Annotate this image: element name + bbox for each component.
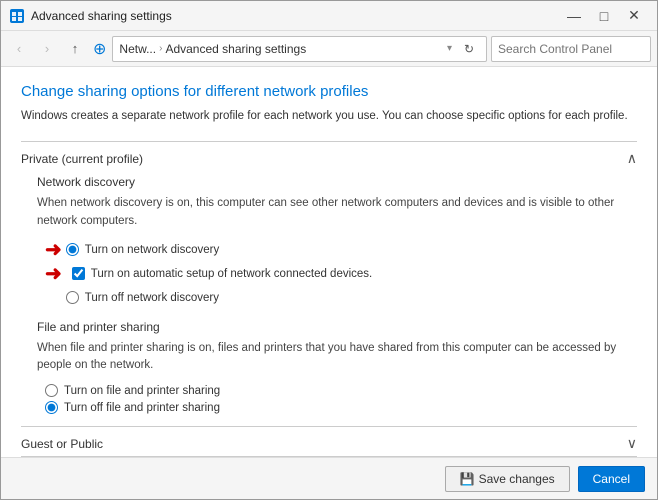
forward-button[interactable]: ›	[35, 37, 59, 61]
content-area: Change sharing options for different net…	[1, 67, 657, 457]
cancel-label: Cancel	[593, 472, 630, 486]
address-sep1: ›	[159, 43, 162, 54]
file-sharing-on-text: Turn on file and printer sharing	[64, 385, 220, 397]
network-icon: ⊕	[93, 39, 106, 59]
network-discovery-on-radio[interactable]	[66, 243, 79, 256]
window-title: Advanced sharing settings	[31, 9, 559, 23]
file-sharing-title: File and printer sharing	[37, 320, 637, 334]
network-discovery-on-text: Turn on network discovery	[85, 244, 219, 256]
file-sharing-options: Turn on file and printer sharing Turn of…	[45, 384, 637, 414]
network-discovery-off-label[interactable]: Turn off network discovery	[66, 291, 219, 304]
address-crumb2: Advanced sharing settings	[165, 42, 306, 56]
address-crumb1: Netw...	[119, 42, 156, 56]
cancel-button[interactable]: Cancel	[578, 466, 645, 492]
network-discovery-title: Network discovery	[37, 175, 637, 189]
address-chevron-icon[interactable]: ▾	[445, 43, 454, 54]
section-private-header[interactable]: Private (current profile) ∧	[21, 142, 637, 171]
file-sharing-off-text: Turn off file and printer sharing	[64, 402, 220, 414]
network-discovery-options: ➜ Turn on network discovery ➜ Turn	[45, 240, 637, 308]
search-box[interactable]: 🔍	[491, 36, 651, 62]
page-subtitle: Windows creates a separate network profi…	[21, 108, 637, 125]
network-discovery-off-text: Turn off network discovery	[85, 292, 219, 304]
search-input[interactable]	[498, 42, 653, 56]
up-button[interactable]: ↑	[63, 37, 87, 61]
footer: 💾 Save changes Cancel	[1, 457, 657, 499]
window-controls: — □ ✕	[559, 1, 649, 31]
section-guest-header[interactable]: Guest or Public ∨	[21, 427, 637, 456]
network-discovery-on-row: ➜ Turn on network discovery	[45, 240, 637, 260]
auto-setup-checkbox[interactable]	[72, 267, 85, 280]
section-private-chevron: ∧	[627, 150, 637, 167]
page-title: Change sharing options for different net…	[21, 83, 637, 100]
arrow-auto-icon: ➜	[45, 264, 62, 284]
titlebar: Advanced sharing settings — □ ✕	[1, 1, 657, 31]
refresh-button[interactable]: ↻	[458, 38, 480, 60]
save-label: Save changes	[479, 472, 555, 486]
section-guest-title: Guest or Public	[21, 437, 103, 451]
main-window: Advanced sharing settings — □ ✕ ‹ › ↑ ⊕ …	[0, 0, 658, 500]
arrow-on-icon: ➜	[45, 240, 62, 260]
file-sharing-off-radio[interactable]	[45, 401, 58, 414]
address-bar[interactable]: Netw... › Advanced sharing settings ▾ ↻	[112, 36, 487, 62]
auto-setup-text: Turn on automatic setup of network conne…	[91, 268, 372, 280]
subsection-network-discovery: Network discovery When network discovery…	[37, 175, 637, 308]
network-discovery-off-radio[interactable]	[66, 291, 79, 304]
close-button[interactable]: ✕	[619, 1, 649, 31]
file-sharing-off-label[interactable]: Turn off file and printer sharing	[45, 401, 637, 414]
file-sharing-on-label[interactable]: Turn on file and printer sharing	[45, 384, 637, 397]
network-discovery-desc: When network discovery is on, this compu…	[37, 195, 637, 230]
network-discovery-off-row: ➜ Turn off network discovery	[45, 288, 637, 308]
network-discovery-on-label[interactable]: Turn on network discovery	[66, 243, 219, 256]
auto-setup-row: ➜ Turn on automatic setup of network con…	[45, 264, 637, 284]
file-sharing-desc: When file and printer sharing is on, fil…	[37, 340, 637, 375]
section-private: Private (current profile) ∧ Network disc…	[21, 141, 637, 426]
toolbar: ‹ › ↑ ⊕ Netw... › Advanced sharing setti…	[1, 31, 657, 67]
section-guest: Guest or Public ∨	[21, 426, 637, 456]
save-button[interactable]: 💾 Save changes	[445, 466, 570, 492]
save-icon: 💾	[460, 472, 475, 486]
address-path: Netw... › Advanced sharing settings	[119, 42, 441, 56]
maximize-button[interactable]: □	[589, 1, 619, 31]
back-button[interactable]: ‹	[7, 37, 31, 61]
minimize-button[interactable]: —	[559, 1, 589, 31]
section-private-content: Network discovery When network discovery…	[21, 171, 637, 426]
subsection-file-sharing: File and printer sharing When file and p…	[37, 320, 637, 415]
file-sharing-on-radio[interactable]	[45, 384, 58, 397]
window-icon	[9, 8, 25, 24]
section-guest-chevron: ∨	[627, 435, 637, 452]
auto-setup-label[interactable]: Turn on automatic setup of network conne…	[72, 267, 372, 280]
section-private-title: Private (current profile)	[21, 152, 143, 166]
